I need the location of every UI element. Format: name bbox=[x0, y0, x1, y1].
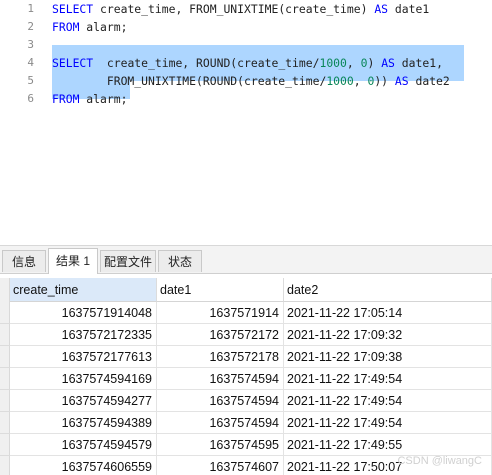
cell-date2[interactable]: 2021-11-22 17:05:14 bbox=[284, 302, 492, 324]
line-number: 4 bbox=[27, 56, 34, 69]
sql-keyword: AS bbox=[374, 2, 389, 16]
sql-text: ) bbox=[367, 56, 382, 70]
cell-date1[interactable]: 1637574595 bbox=[157, 434, 284, 456]
sql-text: alarm; bbox=[79, 92, 128, 106]
cell-create-time[interactable]: 1637571914048 bbox=[10, 302, 157, 324]
sql-keyword: SELECT bbox=[52, 2, 94, 16]
tab-result-1[interactable]: 结果 1 bbox=[48, 248, 98, 274]
cell-date2[interactable]: 2021-11-22 17:49:55 bbox=[284, 434, 492, 456]
cell-create-time[interactable]: 1637574594277 bbox=[10, 390, 157, 412]
row-header[interactable] bbox=[0, 390, 10, 412]
line-number: 1 bbox=[27, 2, 34, 15]
cell-create-time[interactable]: 1637574594169 bbox=[10, 368, 157, 390]
cell-create-time[interactable]: 1637572177613 bbox=[10, 346, 157, 368]
cell-create-time[interactable]: 1637574594389 bbox=[10, 412, 157, 434]
sql-text: alarm; bbox=[79, 20, 128, 34]
app-window: 1 SELECT create_time, FROM_UNIXTIME(creat… bbox=[0, 0, 492, 475]
cell-date1[interactable]: 1637571914 bbox=[157, 302, 284, 324]
sql-text: date1, bbox=[394, 56, 443, 70]
sql-text: date2 bbox=[408, 74, 450, 88]
cell-date1[interactable]: 1637574594 bbox=[157, 368, 284, 390]
column-header-create-time[interactable]: create_time bbox=[10, 278, 157, 302]
result-grid[interactable]: create_time date1 date2 1637571914048 163… bbox=[0, 274, 492, 475]
code-line[interactable]: 5 FROM_UNIXTIME(ROUND(create_time/1000, … bbox=[0, 72, 492, 90]
sql-keyword: FROM bbox=[52, 20, 80, 34]
code-text: FROM alarm; bbox=[52, 90, 127, 108]
code-line[interactable]: 2 FROM alarm; bbox=[0, 18, 492, 36]
cell-date1[interactable]: 1637574594 bbox=[157, 390, 284, 412]
tab-status[interactable]: 状态 bbox=[158, 250, 202, 272]
sql-number: 1000 bbox=[319, 56, 347, 70]
sql-text: create_time, FROM_UNIXTIME(create_time) bbox=[93, 2, 375, 16]
cell-create-time[interactable]: 1637574606559 bbox=[10, 456, 157, 475]
line-number: 6 bbox=[27, 92, 34, 105]
sql-text: date1 bbox=[388, 2, 430, 16]
code-line[interactable]: 1 SELECT create_time, FROM_UNIXTIME(creat… bbox=[0, 0, 492, 18]
sql-keyword: SELECT bbox=[52, 56, 94, 70]
cell-date2[interactable]: 2021-11-22 17:49:54 bbox=[284, 412, 492, 434]
code-line[interactable]: 4 SELECT create_time, ROUND(create_time/1… bbox=[0, 54, 492, 72]
sql-keyword: FROM bbox=[52, 92, 80, 106]
cell-date1[interactable]: 1637574607 bbox=[157, 456, 284, 475]
row-header[interactable] bbox=[0, 324, 10, 346]
cell-date1[interactable]: 1637574594 bbox=[157, 412, 284, 434]
line-number: 3 bbox=[27, 38, 34, 51]
code-line[interactable]: 3 bbox=[0, 36, 492, 54]
sql-number: 1000 bbox=[326, 74, 354, 88]
code-line[interactable]: 6 FROM alarm; bbox=[0, 90, 492, 108]
line-number: 2 bbox=[27, 20, 34, 33]
sql-text: , bbox=[353, 74, 368, 88]
row-header[interactable] bbox=[0, 368, 10, 390]
cell-date2[interactable]: 2021-11-22 17:09:38 bbox=[284, 346, 492, 368]
sql-text: , bbox=[346, 56, 361, 70]
sql-text: FROM_UNIXTIME(ROUND(create_time/ bbox=[52, 74, 327, 88]
row-header[interactable] bbox=[0, 456, 10, 475]
tab-profile[interactable]: 配置文件 bbox=[100, 250, 156, 272]
cell-date1[interactable]: 1637572172 bbox=[157, 324, 284, 346]
code-text: FROM alarm; bbox=[52, 18, 127, 36]
column-header-date2[interactable]: date2 bbox=[284, 278, 492, 302]
sql-text: )) bbox=[374, 74, 395, 88]
result-tabbar: 信息 结果 1 配置文件 状态 bbox=[0, 246, 492, 274]
row-header[interactable] bbox=[0, 412, 10, 434]
line-number: 5 bbox=[27, 74, 34, 87]
sql-editor[interactable]: 1 SELECT create_time, FROM_UNIXTIME(creat… bbox=[0, 0, 492, 245]
sql-text: create_time, ROUND(create_time/ bbox=[93, 56, 320, 70]
cell-date1[interactable]: 1637572178 bbox=[157, 346, 284, 368]
sql-keyword: AS bbox=[394, 74, 409, 88]
cell-date2[interactable]: 2021-11-22 17:49:54 bbox=[284, 390, 492, 412]
code-text: FROM_UNIXTIME(ROUND(create_time/1000, 0)… bbox=[52, 72, 450, 90]
row-header[interactable] bbox=[0, 434, 10, 456]
cell-create-time[interactable]: 1637572172335 bbox=[10, 324, 157, 346]
row-header[interactable] bbox=[0, 346, 10, 368]
sql-keyword: AS bbox=[381, 56, 395, 70]
code-text: SELECT create_time, FROM_UNIXTIME(create… bbox=[52, 0, 429, 18]
cell-date2[interactable]: 2021-11-22 17:49:54 bbox=[284, 368, 492, 390]
code-text: SELECT create_time, ROUND(create_time/10… bbox=[52, 54, 443, 72]
cell-create-time[interactable]: 1637574594579 bbox=[10, 434, 157, 456]
watermark: CSDN @liwangC bbox=[397, 455, 482, 467]
row-header[interactable] bbox=[0, 302, 10, 324]
cell-date2[interactable]: 2021-11-22 17:09:32 bbox=[284, 324, 492, 346]
column-header-date1[interactable]: date1 bbox=[157, 278, 284, 302]
tab-info[interactable]: 信息 bbox=[2, 250, 46, 272]
